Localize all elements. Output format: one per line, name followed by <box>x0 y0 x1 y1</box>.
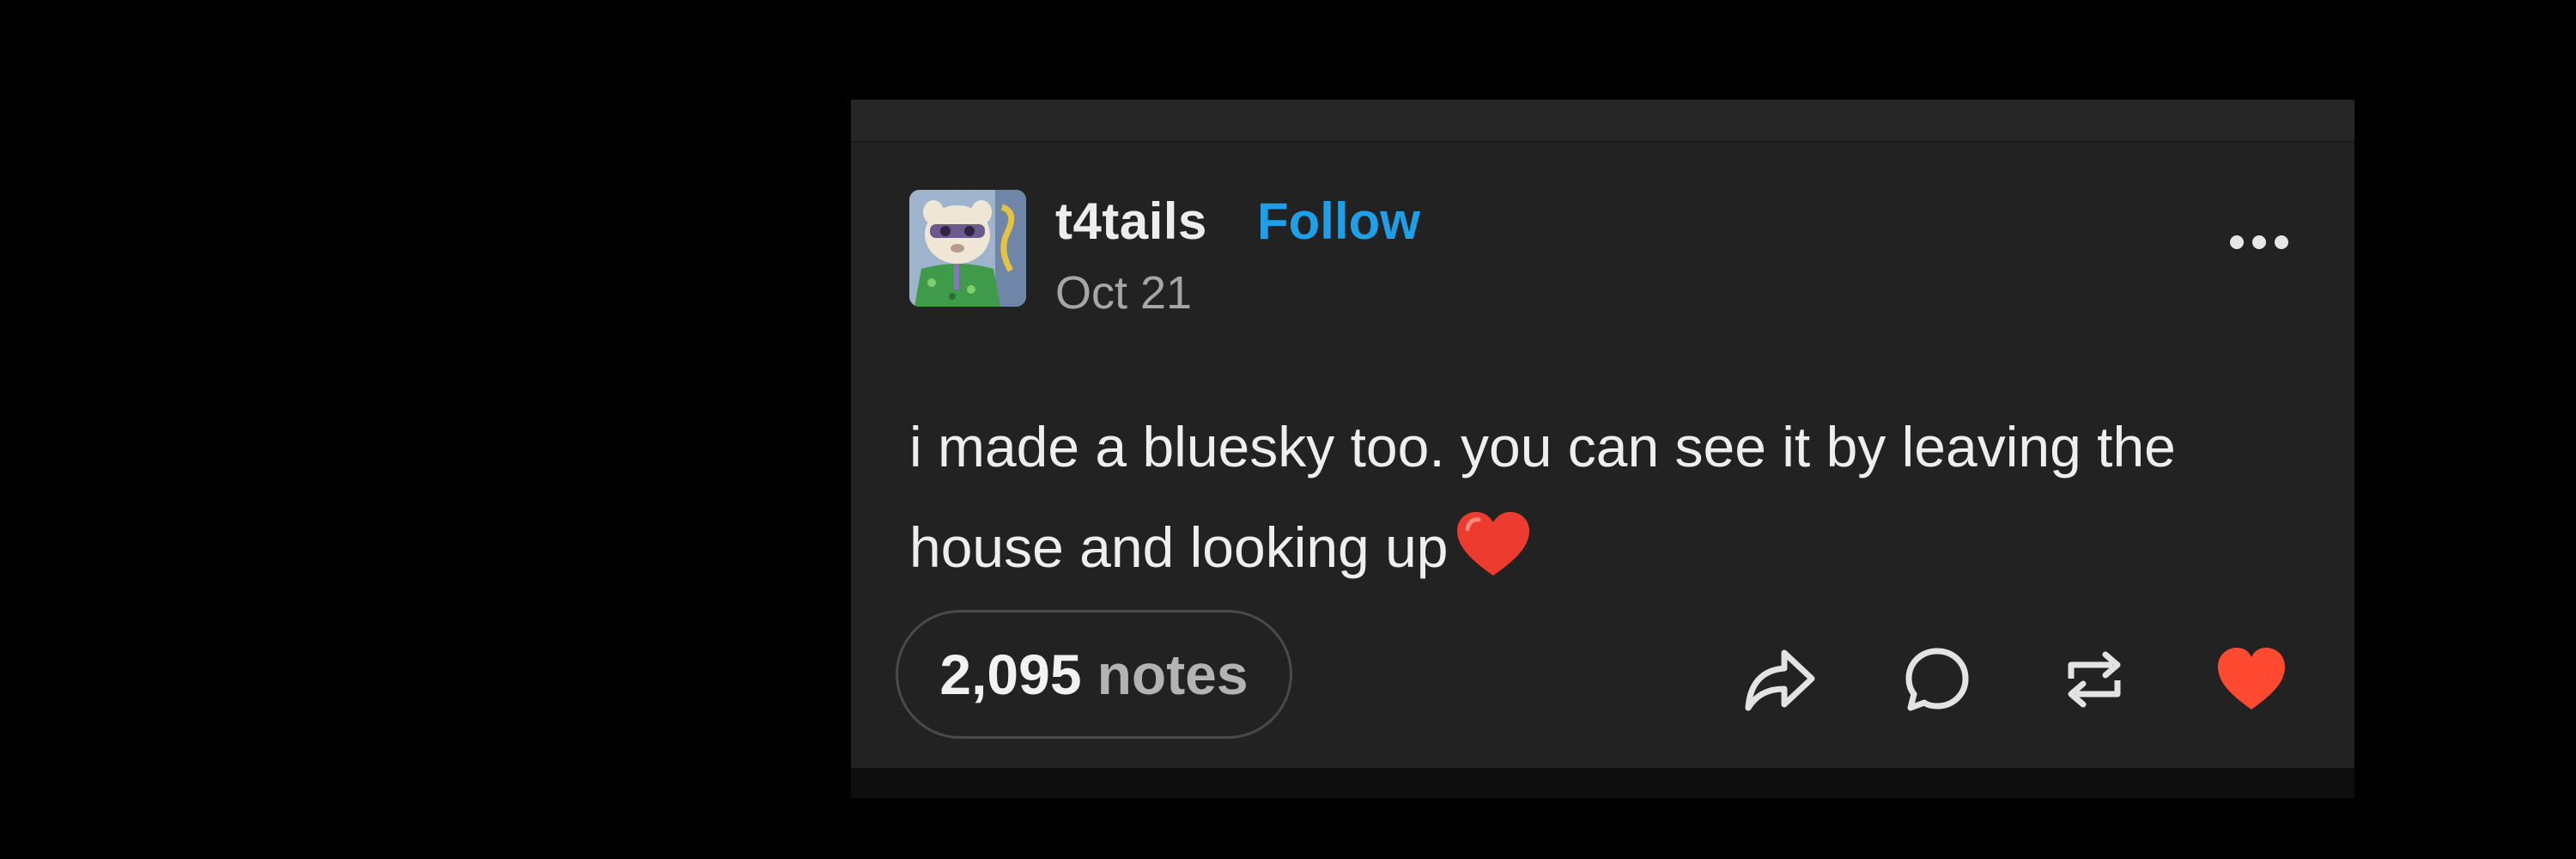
post-text: i made a bluesky too. you can see it by … <box>909 415 2176 579</box>
avatar-image <box>909 190 1026 307</box>
share-icon[interactable] <box>1741 641 1819 718</box>
post-body: i made a bluesky too. you can see it by … <box>909 397 2197 598</box>
ellipsis-icon[interactable] <box>2225 225 2293 259</box>
reply-icon[interactable] <box>1899 641 1976 718</box>
follow-button[interactable]: Follow <box>1257 192 1420 251</box>
red-heart-emoji-icon <box>1454 509 1533 578</box>
notes-button[interactable]: 2,095 notes <box>896 610 1292 739</box>
screen: t4tails Follow Oct 21 i made a bluesky t… <box>0 0 2576 859</box>
card-top-edge <box>851 100 2354 143</box>
notes-label: notes <box>1097 643 1249 706</box>
username[interactable]: t4tails <box>1055 192 1207 251</box>
avatar[interactable] <box>909 190 1026 307</box>
notes-count: 2,095 <box>939 643 1082 706</box>
post-date[interactable]: Oct 21 <box>1055 266 1192 320</box>
like-icon[interactable] <box>2213 641 2290 718</box>
card-bottom-edge <box>851 768 2354 798</box>
post-card: t4tails Follow Oct 21 i made a bluesky t… <box>851 100 2354 798</box>
reblog-icon[interactable] <box>2056 641 2133 718</box>
